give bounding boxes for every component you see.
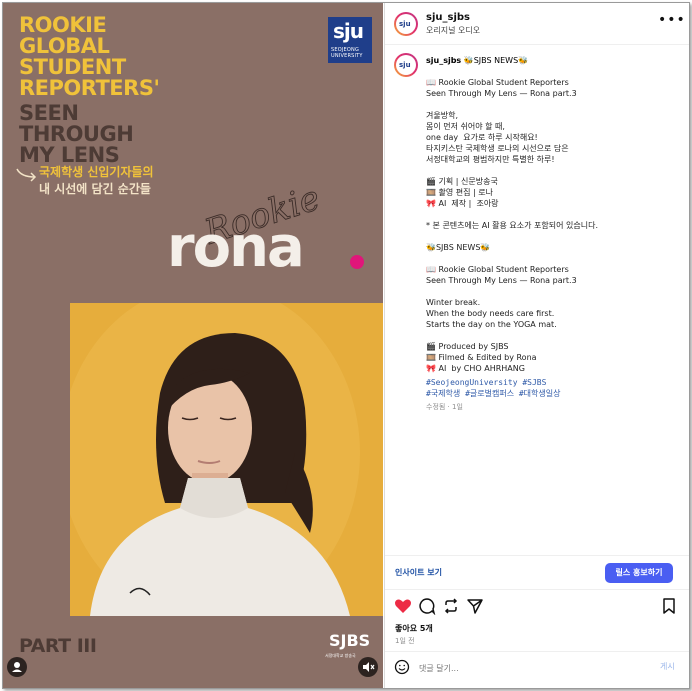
- divider: [385, 651, 689, 652]
- sju-logo: sju SEOJEONG UNIVERSITY: [328, 17, 372, 63]
- divider: [385, 555, 689, 556]
- comment-icon[interactable]: [418, 597, 436, 615]
- post-header: sju sju_sjbs 오리지널 오디오 •••: [385, 3, 689, 45]
- comment-input[interactable]: [419, 661, 639, 675]
- repost-icon[interactable]: [442, 597, 460, 615]
- post-time: 1일 전: [395, 637, 415, 645]
- view-insights-link[interactable]: 인사이트 보기: [395, 567, 442, 578]
- avatar[interactable]: sju: [394, 12, 418, 36]
- emoji-icon[interactable]: [394, 659, 410, 675]
- korean-subtitle-2: 내 시선에 담긴 순간들: [39, 182, 151, 196]
- caption-first-line: sju_sjbs 🐝SJBS NEWS🐝: [426, 55, 528, 66]
- portrait-photo: [70, 303, 383, 616]
- speaker-muted-icon: [363, 662, 375, 672]
- post-comment-button[interactable]: 게시: [660, 661, 675, 672]
- like-count[interactable]: 좋아요 5개: [395, 623, 433, 634]
- arrow-icon: [16, 168, 37, 182]
- heart-icon[interactable]: [394, 597, 412, 615]
- caption-body: 📖 Rookie Global Student Reporters Seen T…: [426, 78, 599, 373]
- share-icon[interactable]: [466, 597, 484, 615]
- sjbs-logo: SJBS: [329, 631, 371, 650]
- audio-label[interactable]: 오리지널 오디오: [426, 25, 480, 36]
- header-username[interactable]: sju_sjbs: [426, 12, 470, 23]
- promote-reel-button[interactable]: 릴스 홍보하기: [605, 563, 673, 583]
- part-label: PART III: [19, 635, 97, 657]
- post-side-panel: sju sju_sjbs 오리지널 오디오 ••• sju sju_sjbs 🐝…: [384, 3, 689, 688]
- tagged-user-button[interactable]: [7, 657, 27, 677]
- user-icon: [12, 662, 22, 672]
- title-seen-through: SEEN THROUGH MY LENS: [19, 101, 134, 167]
- edited-timestamp: 수정됨 · 1일: [426, 403, 463, 411]
- title-rookie-global: ROOKIE GLOBAL STUDENT REPORTERS': [19, 13, 160, 100]
- portrait-illustration: [70, 303, 383, 616]
- korean-subtitle-1: 국제학생 신입기자들의: [39, 165, 154, 179]
- sju-logo-sub: SEOJEONG UNIVERSITY: [331, 47, 363, 59]
- caption-headline: 🐝SJBS NEWS🐝: [461, 56, 529, 65]
- mute-button[interactable]: [358, 657, 378, 677]
- bookmark-icon[interactable]: [660, 597, 678, 615]
- reel-viewer: ROOKIE GLOBAL STUDENT REPORTERS' SEEN TH…: [2, 2, 690, 689]
- divider: [385, 589, 689, 590]
- sju-logo-mark: sju: [333, 19, 364, 43]
- caption-avatar[interactable]: sju: [394, 53, 418, 77]
- more-options-icon[interactable]: •••: [658, 12, 686, 28]
- pink-dot: [350, 255, 364, 269]
- sjbs-logo-sub: 서정대학교 방송국: [325, 653, 356, 658]
- caption-username[interactable]: sju_sjbs: [426, 56, 461, 65]
- hashtags[interactable]: #SeojeongUniversity #SJBS #국제학생 #글로벌캠퍼스 …: [426, 377, 681, 399]
- rona-title: rona: [167, 215, 305, 280]
- reel-video[interactable]: ROOKIE GLOBAL STUDENT REPORTERS' SEEN TH…: [3, 3, 383, 688]
